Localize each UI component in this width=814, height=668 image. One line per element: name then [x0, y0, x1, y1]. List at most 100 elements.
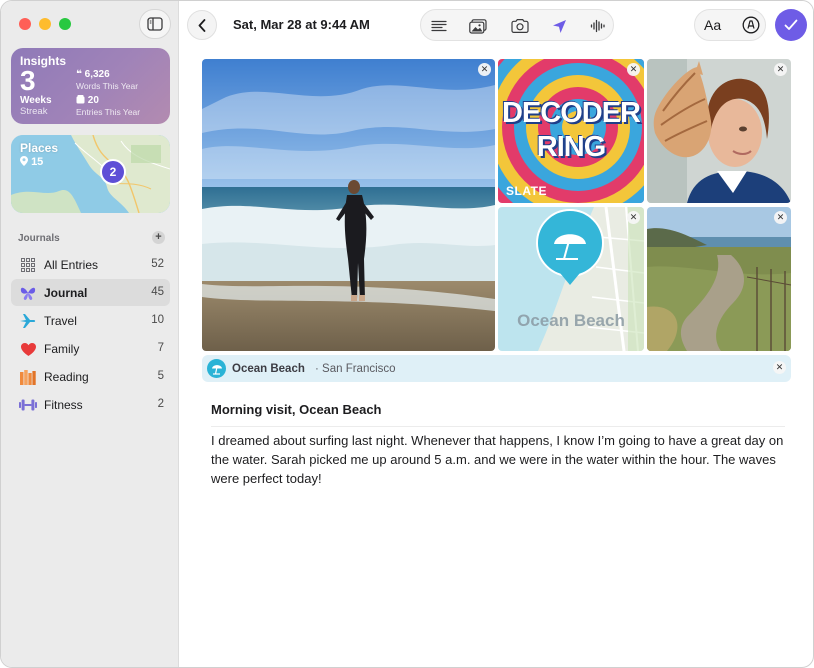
remove-media-button[interactable]: ✕ — [774, 211, 787, 224]
books-icon — [19, 368, 37, 386]
camera-button[interactable] — [508, 16, 532, 36]
sidebar-icon — [147, 17, 163, 31]
checkmark-icon — [784, 19, 798, 30]
entries-label: Entries This Year — [76, 107, 141, 117]
journal-item-reading[interactable]: Reading 5 — [11, 363, 170, 390]
photo-library-icon — [469, 18, 487, 34]
journal-item-label: Journal — [44, 286, 88, 300]
entries-icon — [76, 95, 85, 104]
streak-unit: Weeks — [20, 95, 52, 106]
words-value: 6,326 — [84, 69, 110, 80]
close-icon: ✕ — [480, 64, 489, 74]
butterfly-icon — [19, 284, 37, 302]
places-title: Places — [20, 141, 59, 155]
map-cluster-pin[interactable]: 2 — [100, 159, 126, 185]
journal-item-journal[interactable]: Journal 45 — [11, 279, 170, 306]
remove-media-button[interactable]: ✕ — [774, 63, 787, 76]
places-card[interactable]: Places 15 2 — [11, 135, 170, 213]
map-cluster-count: 2 — [109, 165, 117, 179]
font-button[interactable]: Aa — [704, 17, 721, 33]
journal-item-label: Travel — [44, 314, 77, 328]
insights-card[interactable]: Insights 3 Weeks Streak ❝ 6,326 Words Th… — [11, 48, 170, 124]
suggestions-button[interactable] — [427, 16, 451, 36]
journal-item-all-entries[interactable]: All Entries 52 — [11, 251, 170, 278]
close-icon: ✕ — [775, 362, 784, 372]
sidebar-toggle-button[interactable] — [139, 9, 171, 39]
location-city-name: San Francisco — [322, 363, 396, 375]
places-count-value: 15 — [31, 156, 44, 168]
journal-item-label: Family — [44, 342, 80, 356]
coastal-path-photo — [647, 207, 791, 351]
remove-media-button[interactable]: ✕ — [627, 63, 640, 76]
streak-label: Streak — [20, 106, 48, 117]
close-icon: ✕ — [629, 212, 638, 222]
beach-umbrella-icon — [207, 359, 226, 378]
entry-title[interactable]: Morning visit, Ocean Beach — [211, 402, 382, 417]
shell-photo-tile[interactable]: ✕ — [647, 59, 791, 203]
path-photo-tile[interactable]: ✕ — [647, 207, 791, 351]
journal-window: Insights 3 Weeks Streak ❝ 6,326 Words Th… — [0, 0, 814, 668]
audio-icon — [590, 19, 605, 33]
remove-media-button[interactable]: ✕ — [478, 63, 491, 76]
podcast-tile[interactable]: DECODER RING SLATE ✕ — [498, 59, 644, 203]
close-icon: ✕ — [776, 212, 785, 222]
markup-icon — [742, 16, 760, 34]
close-window-button[interactable] — [19, 18, 31, 30]
journal-item-travel[interactable]: Travel 10 — [11, 307, 170, 334]
format-tools-group: Aa — [694, 9, 766, 41]
podcast-title-line1: DECODER — [501, 97, 641, 129]
airplane-icon — [19, 312, 37, 330]
journal-item-count: 45 — [151, 286, 164, 298]
location-attachment[interactable]: Ocean Beach · San Francisco ✕ — [202, 355, 791, 382]
insert-tools-group — [420, 9, 614, 41]
journal-item-fitness[interactable]: Fitness 2 — [11, 391, 170, 418]
location-city: · San Francisco — [315, 363, 396, 375]
entries-value: 20 — [87, 95, 99, 106]
location-map-tile[interactable]: Ocean Beach ✕ — [498, 207, 644, 351]
title-divider — [211, 426, 785, 427]
location-icon — [552, 19, 566, 33]
dumbbell-icon — [19, 396, 37, 414]
done-button[interactable] — [775, 9, 807, 41]
journal-item-count: 2 — [157, 398, 164, 410]
portrait-photo — [647, 59, 791, 203]
journal-item-count: 5 — [157, 370, 164, 382]
location-separator: · — [315, 363, 319, 375]
heart-icon — [19, 340, 37, 358]
entry-body[interactable]: I dreamed about surfing last night. When… — [211, 431, 787, 488]
chevron-left-icon — [198, 18, 206, 32]
entry-date-title: Sat, Mar 28 at 9:44 AM — [233, 17, 370, 32]
map-tile-label: Ocean Beach — [517, 311, 625, 330]
close-icon: ✕ — [629, 64, 638, 74]
back-button[interactable] — [187, 10, 217, 40]
journal-item-count: 52 — [151, 258, 164, 270]
quote-icon: ❝ — [76, 69, 82, 80]
photo-library-button[interactable] — [466, 16, 490, 36]
plus-icon: + — [155, 231, 162, 243]
remove-location-button[interactable]: ✕ — [773, 361, 786, 374]
grid-icon — [19, 256, 37, 274]
journal-item-family[interactable]: Family 7 — [11, 335, 170, 362]
words-stat: ❝ 6,326 — [76, 69, 110, 80]
entries-stat: 20 — [76, 95, 99, 106]
camera-icon — [511, 19, 529, 33]
beach-photo — [202, 59, 495, 351]
podcast-title-line2: RING — [536, 131, 607, 163]
sidebar: Insights 3 Weeks Streak ❝ 6,326 Words Th… — [1, 1, 179, 667]
journals-heading: Journals — [18, 233, 60, 244]
location-name: Ocean Beach — [232, 363, 305, 375]
markup-button[interactable] — [742, 16, 760, 34]
location-button[interactable] — [547, 16, 571, 36]
pin-icon — [20, 156, 28, 166]
audio-recording-button[interactable] — [586, 16, 610, 36]
surf-photo-tile[interactable]: ✕ — [202, 59, 495, 351]
places-count: 15 — [20, 156, 43, 168]
streak-value: 3 — [20, 65, 36, 96]
words-label: Words This Year — [76, 81, 139, 91]
zoom-window-button[interactable] — [59, 18, 71, 30]
journal-item-count: 10 — [151, 314, 164, 326]
add-journal-button[interactable]: + — [152, 231, 165, 244]
podcast-publisher-logo: SLATE — [506, 184, 547, 198]
remove-media-button[interactable]: ✕ — [627, 211, 640, 224]
minimize-window-button[interactable] — [39, 18, 51, 30]
